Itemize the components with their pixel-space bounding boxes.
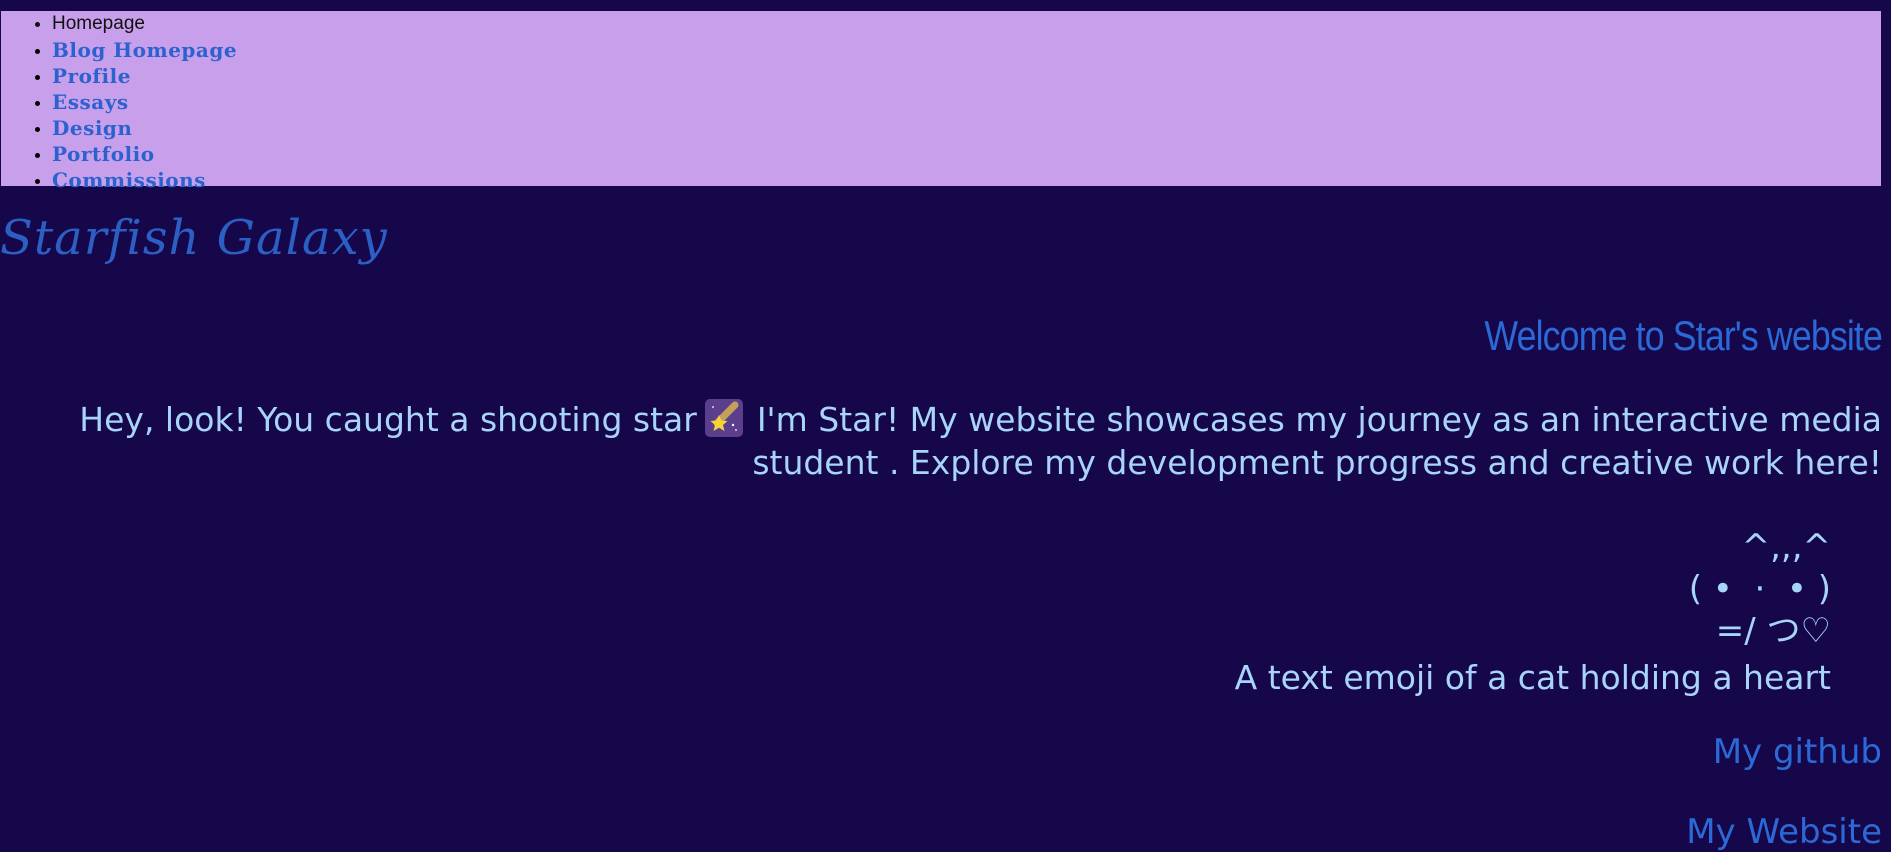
nav-link-profile[interactable]: Profile (52, 64, 131, 88)
site-title: Starfish Galaxy (0, 210, 388, 266)
nav-item-essays: Essays (52, 89, 1881, 115)
main-navigation: Homepage Blog Homepage Profile Essays De… (0, 10, 1882, 192)
cat-kaomoji-line1: ^,,,^ (1741, 527, 1831, 567)
nav-link-essays[interactable]: Essays (52, 90, 129, 114)
nav-list: Homepage Blog Homepage Profile Essays De… (1, 11, 1881, 193)
github-link[interactable]: My github (1713, 732, 1882, 772)
intro-paragraph: Hey, look! You caught a shooting star I'm… (22, 398, 1882, 484)
nav-item-commissions: Commissions (52, 167, 1881, 193)
nav-item-homepage: Homepage (52, 11, 1881, 37)
intro-text-part1: Hey, look! You caught a shooting star (79, 400, 697, 439)
website-link[interactable]: My Website (1686, 812, 1882, 852)
cat-kaomoji-block: ^,,,^ ( • · • ) =/ つ♡ A text emoji of a … (1235, 526, 1831, 697)
nav-link-design[interactable]: Design (52, 116, 132, 140)
cat-kaomoji-line2: ( • · • ) (1688, 569, 1831, 609)
cat-kaomoji-line3: =/ つ♡ (1715, 611, 1831, 651)
nav-item-homepage-label: Homepage (52, 13, 145, 34)
cat-kaomoji-caption: A text emoji of a cat holding a heart (1234, 658, 1831, 697)
nav-link-portfolio[interactable]: Portfolio (52, 142, 155, 166)
nav-item-profile: Profile (52, 63, 1881, 89)
nav-link-blog-homepage[interactable]: Blog Homepage (52, 38, 237, 62)
nav-item-portfolio: Portfolio (52, 141, 1881, 167)
nav-item-blog-homepage: Blog Homepage (52, 37, 1881, 63)
intro-text-part2: I'm Star! My website showcases my journe… (752, 400, 1882, 482)
nav-item-design: Design (52, 115, 1881, 141)
nav-link-commissions[interactable]: Commissions (52, 168, 206, 192)
shooting-star-icon (704, 399, 743, 437)
welcome-heading: Welcome to Star's website (1484, 312, 1882, 359)
